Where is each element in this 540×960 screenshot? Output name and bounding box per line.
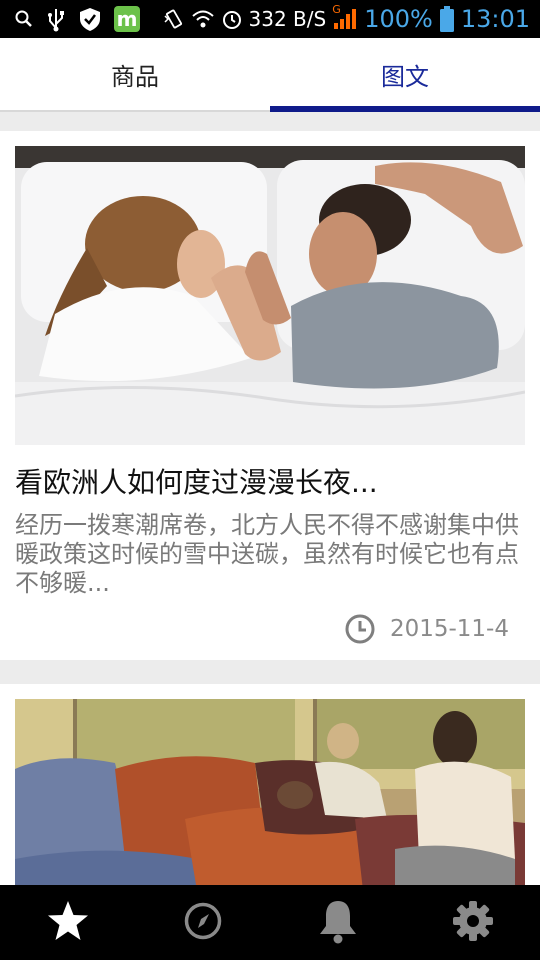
article-meta: 2015-11-4 [15,598,525,660]
star-icon [46,900,90,946]
usb-icon [46,6,66,32]
network-type: G [332,3,341,16]
status-bar: m 332 B/S G 100% 13:01 [0,0,540,38]
search-icon [14,9,34,29]
signal-icon: G [332,3,358,31]
vibrate-icon [163,8,185,30]
shield-icon [78,6,102,32]
gear-icon [452,900,494,946]
compass-icon [183,901,223,945]
bell-icon [317,898,359,948]
bottom-nav [0,885,540,960]
couple-sleeping-in-bed-photo[interactable] [15,146,525,445]
tab-bar: 商品 图文 [0,38,540,112]
clock-icon [344,613,376,645]
article-description: 经历一拨寒潮席卷，北方人民不得不感谢集中供暖政策这时候的雪中送碳，虽然有时候它也… [15,511,519,597]
network-speed: 332 B/S [248,7,327,31]
article-card[interactable]: 看欧洲人如何度过漫漫长夜... 经历一拨寒潮席卷，北方人民不得不感谢集中供暖政策… [0,131,540,660]
battery-percent: 100% [364,5,433,33]
alarm-icon [221,8,243,30]
m-app-icon: m [114,6,140,32]
wifi-icon [191,9,215,29]
article-title[interactable]: 看欧洲人如何度过漫漫长夜... [15,465,525,501]
battery-icon [439,5,455,33]
status-time: 13:01 [460,5,530,33]
article-feed: 看欧洲人如何度过漫漫长夜... 经历一拨寒潮席卷，北方人民不得不感谢集中供暖政策… [0,131,540,960]
nav-settings[interactable] [405,885,540,960]
nav-notifications[interactable] [270,885,405,960]
tab-products[interactable]: 商品 [0,38,270,110]
tab-articles[interactable]: 图文 [270,38,540,112]
nav-discover[interactable] [135,885,270,960]
nav-favorites[interactable] [0,885,135,960]
article-date: 2015-11-4 [389,616,509,642]
